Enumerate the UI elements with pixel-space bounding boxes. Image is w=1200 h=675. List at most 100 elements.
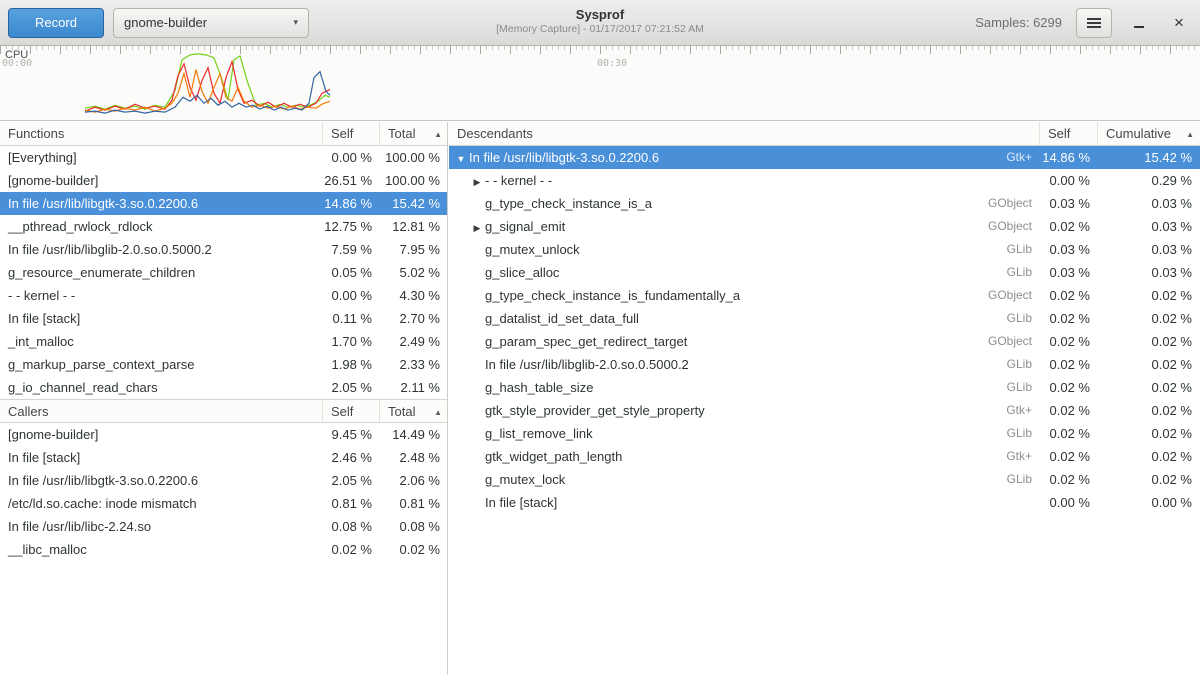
row-self-percent: 0.00 %	[323, 146, 380, 169]
row-self-percent: 0.03 %	[1040, 192, 1098, 215]
callers-column-header[interactable]: Callers	[0, 400, 323, 422]
table-row[interactable]: g_mutex_unlockGLib0.03 %0.03 %	[449, 238, 1200, 261]
close-button[interactable]: ×	[1166, 10, 1192, 36]
row-cumulative-percent: 0.00 %	[1098, 491, 1200, 514]
row-self-percent: 0.11 %	[323, 307, 380, 330]
table-row[interactable]: In file /usr/lib/libglib-2.0.so.0.5000.2…	[449, 353, 1200, 376]
row-self-percent: 0.81 %	[323, 492, 380, 515]
table-row[interactable]: ▶g_signal_emitGObject0.02 %0.03 %	[449, 215, 1200, 238]
table-row[interactable]: g_io_channel_read_chars2.05 %2.11 %	[0, 376, 447, 399]
table-row[interactable]: In file [stack]0.00 %0.00 %	[449, 491, 1200, 514]
total-column-header[interactable]: Total▲	[380, 400, 448, 422]
table-row[interactable]: __libc_malloc0.02 %0.02 %	[0, 538, 447, 561]
table-row[interactable]: In file /usr/lib/libgtk-3.so.0.2200.614.…	[0, 192, 447, 215]
row-category-badge: GLib	[1007, 238, 1040, 261]
table-row[interactable]: g_param_spec_get_redirect_targetGObject0…	[449, 330, 1200, 353]
menu-button[interactable]	[1076, 8, 1112, 38]
table-row[interactable]: g_list_remove_linkGLib0.02 %0.02 %	[449, 422, 1200, 445]
row-name-cell: g_hash_table_size	[449, 376, 1007, 399]
self-column-header[interactable]: Self	[323, 122, 380, 145]
row-name: In file /usr/lib/libgtk-3.so.0.2200.6	[0, 192, 323, 215]
table-row[interactable]: gtk_style_provider_get_style_propertyGtk…	[449, 399, 1200, 422]
content-area: Functions Self Total▲ [Everything]0.00 %…	[0, 122, 1200, 675]
chevron-down-icon: ▾	[293, 17, 298, 28]
table-row[interactable]: In file /usr/lib/libgtk-3.so.0.2200.6 2.0…	[0, 469, 447, 492]
expander-right-icon[interactable]: ▶	[469, 217, 485, 238]
table-row[interactable]: g_markup_parse_context_parse1.98 %2.33 %	[0, 353, 447, 376]
table-row[interactable]: __pthread_rwlock_rdlock12.75 %12.81 %	[0, 215, 447, 238]
table-row[interactable]: In file /usr/lib/libglib-2.0.so.0.5000.2…	[0, 238, 447, 261]
row-name: [gnome-builder]	[0, 423, 323, 446]
table-row[interactable]: In file [stack]2.46 %2.48 %	[0, 446, 447, 469]
descendants-column-header[interactable]: Descendants	[449, 122, 1040, 145]
row-name: g_mutex_lock	[485, 472, 565, 487]
table-row[interactable]: g_mutex_lockGLib0.02 %0.02 %	[449, 468, 1200, 491]
row-self-percent: 14.86 %	[1040, 146, 1098, 169]
samples-count: Samples: 6299	[975, 15, 1062, 30]
self-column-header[interactable]: Self	[1040, 122, 1098, 145]
row-category-badge	[1032, 169, 1040, 192]
minimize-button[interactable]	[1126, 10, 1152, 36]
row-cumulative-percent: 0.02 %	[1098, 468, 1200, 491]
record-button[interactable]: Record	[8, 8, 104, 38]
table-row[interactable]: [gnome-builder]9.45 %14.49 %	[0, 423, 447, 446]
row-total-percent: 2.06 %	[380, 469, 448, 492]
callers-table: [gnome-builder]9.45 %14.49 %In file [sta…	[0, 423, 447, 561]
self-column-header[interactable]: Self	[323, 400, 380, 422]
headerbar: Record gnome-builder ▾ Sysprof [Memory C…	[0, 0, 1200, 46]
table-row[interactable]: ▶- - kernel - -0.00 %0.29 %	[449, 169, 1200, 192]
table-row[interactable]: g_type_check_instance_is_aGObject0.03 %0…	[449, 192, 1200, 215]
row-cumulative-percent: 15.42 %	[1098, 146, 1200, 169]
functions-column-header[interactable]: Functions	[0, 122, 323, 145]
row-cumulative-percent: 0.02 %	[1098, 307, 1200, 330]
table-row[interactable]: /etc/ld.so.cache: inode mismatch0.81 %0.…	[0, 492, 447, 515]
row-name: _int_malloc	[0, 330, 323, 353]
row-category-badge: GLib	[1007, 422, 1040, 445]
table-row[interactable]: [gnome-builder]26.51 %100.00 %	[0, 169, 447, 192]
functions-table-header: Functions Self Total▲	[0, 122, 447, 146]
table-row[interactable]: In file [stack]0.11 %2.70 %	[0, 307, 447, 330]
row-name: In file /usr/lib/libgtk-3.so.0.2200.6	[0, 469, 323, 492]
row-category-badge: GLib	[1007, 468, 1040, 491]
table-row[interactable]: g_type_check_instance_is_fundamentally_a…	[449, 284, 1200, 307]
row-cumulative-percent: 0.02 %	[1098, 284, 1200, 307]
row-category-badge: GLib	[1007, 307, 1040, 330]
cumulative-column-header[interactable]: Cumulative▲	[1098, 122, 1200, 145]
row-name: In file /usr/lib/libgtk-3.so.0.2200.6	[469, 150, 659, 165]
table-row[interactable]: ▼In file /usr/lib/libgtk-3.so.0.2200.6Gt…	[449, 146, 1200, 169]
time-label-mid: 00:30	[597, 58, 627, 69]
process-selector[interactable]: gnome-builder ▾	[113, 8, 309, 38]
row-category-badge: GLib	[1007, 261, 1040, 284]
table-row[interactable]: g_slice_allocGLib0.03 %0.03 %	[449, 261, 1200, 284]
row-name: gtk_widget_path_length	[485, 449, 622, 464]
row-total-percent: 2.48 %	[380, 446, 448, 469]
table-row[interactable]: - - kernel - -0.00 %4.30 %	[0, 284, 447, 307]
row-category-badge: GObject	[988, 215, 1040, 238]
row-cumulative-percent: 0.02 %	[1098, 353, 1200, 376]
row-cumulative-percent: 0.02 %	[1098, 330, 1200, 353]
table-row[interactable]: In file /usr/lib/libc-2.24.so0.08 %0.08 …	[0, 515, 447, 538]
expander-down-icon[interactable]: ▼	[453, 148, 469, 169]
row-name-cell: In file [stack]	[449, 491, 1032, 514]
expander-right-icon[interactable]: ▶	[469, 171, 485, 192]
row-category-badge: GLib	[1007, 376, 1040, 399]
table-row[interactable]: g_datalist_id_set_data_fullGLib0.02 %0.0…	[449, 307, 1200, 330]
table-row[interactable]: g_hash_table_sizeGLib0.02 %0.02 %	[449, 376, 1200, 399]
row-self-percent: 0.00 %	[1040, 169, 1098, 192]
row-cumulative-percent: 0.03 %	[1098, 261, 1200, 284]
row-name: g_list_remove_link	[485, 426, 593, 441]
table-row[interactable]: [Everything]0.00 %100.00 %	[0, 146, 447, 169]
table-row[interactable]: _int_malloc1.70 %2.49 %	[0, 330, 447, 353]
minimize-icon	[1134, 26, 1144, 28]
cpu-graph[interactable]: CPU 00:00 00:30	[0, 46, 1200, 121]
row-name-cell: g_slice_alloc	[449, 261, 1007, 284]
table-row[interactable]: gtk_widget_path_lengthGtk+0.02 %0.02 %	[449, 445, 1200, 468]
total-column-header[interactable]: Total▲	[380, 122, 448, 145]
table-row[interactable]: g_resource_enumerate_children0.05 %5.02 …	[0, 261, 447, 284]
row-self-percent: 0.02 %	[1040, 307, 1098, 330]
row-name: g_resource_enumerate_children	[0, 261, 323, 284]
row-name: gtk_style_provider_get_style_property	[485, 403, 705, 418]
row-self-percent: 0.02 %	[1040, 376, 1098, 399]
row-name: In file /usr/lib/libc-2.24.so	[0, 515, 323, 538]
row-name: g_slice_alloc	[485, 265, 559, 280]
